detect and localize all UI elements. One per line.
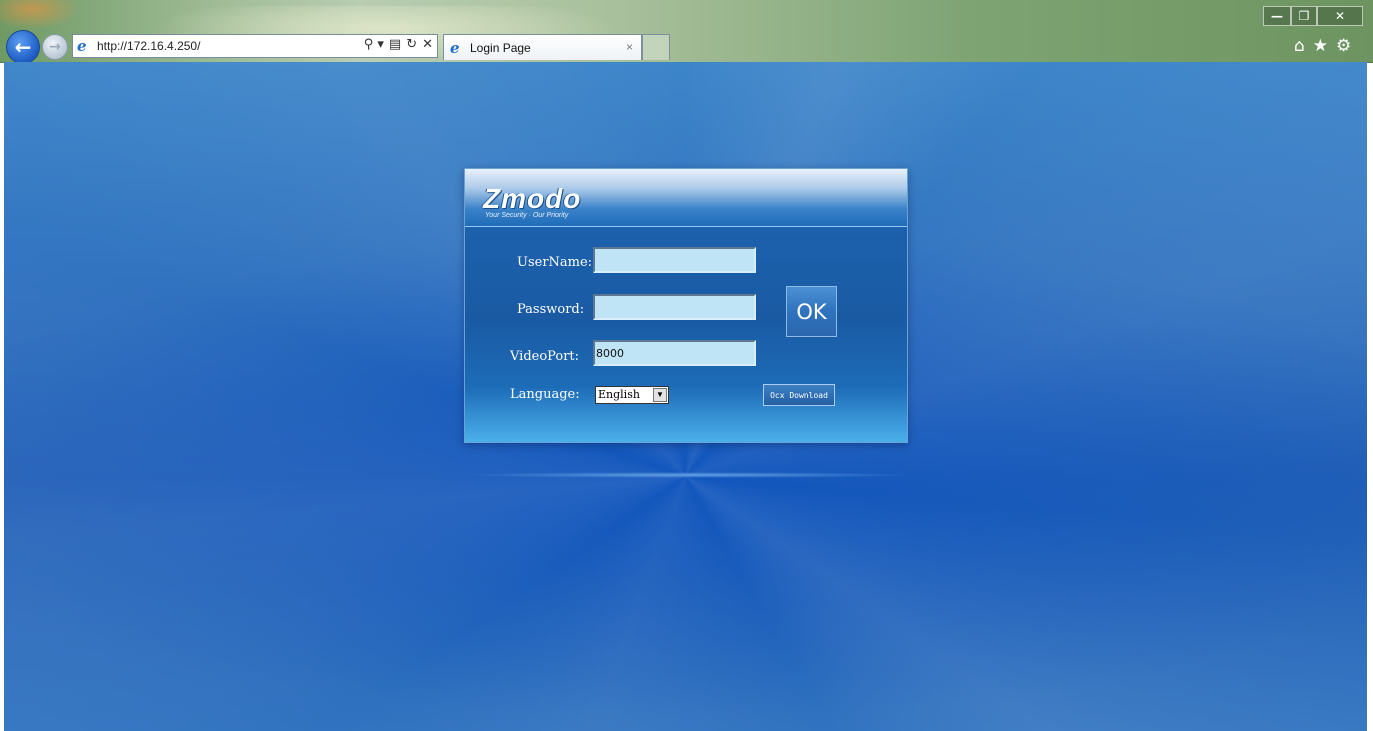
- password-input[interactable]: [593, 294, 756, 320]
- address-tools: ⚲ ▾ ▤ ↻ ✕: [364, 37, 433, 52]
- favorites-star-icon[interactable]: ★: [1313, 36, 1328, 56]
- logo-tagline: Your Security · Our Priority: [485, 212, 569, 219]
- window-controls: — ❐ ✕: [1263, 6, 1363, 26]
- ok-button[interactable]: OK: [786, 286, 837, 337]
- address-url[interactable]: http://172.16.4.250/: [97, 39, 200, 53]
- browser-toolbar: ← → e http://172.16.4.250/ ⚲ ▾ ▤ ↻ ✕ e L…: [0, 0, 1373, 64]
- username-label: UserName:: [517, 255, 593, 270]
- language-select[interactable]: English ▼: [595, 386, 669, 404]
- login-panel: Zmodo Your Security · Our Priority UserN…: [464, 168, 908, 443]
- browser-tools: ⌂ ★ ⚙: [1294, 36, 1351, 56]
- maximize-button[interactable]: ❐: [1291, 6, 1317, 26]
- videoport-input[interactable]: [593, 340, 756, 366]
- tab-title: Login Page: [470, 41, 531, 55]
- close-icon: ✕: [1334, 9, 1346, 23]
- back-button[interactable]: ←: [6, 30, 40, 64]
- forward-button[interactable]: →: [42, 34, 68, 60]
- tab-close-icon[interactable]: ×: [626, 40, 633, 54]
- language-label: Language:: [510, 387, 580, 402]
- minimize-button[interactable]: —: [1263, 6, 1291, 26]
- ie-logo-icon: e: [450, 39, 460, 57]
- refresh-icon[interactable]: ↻: [406, 37, 417, 52]
- panel-header: Zmodo Your Security · Our Priority: [465, 169, 907, 227]
- ie-logo-icon: e: [77, 37, 87, 55]
- back-arrow-icon: ←: [14, 35, 32, 59]
- browser-window: ← → e http://172.16.4.250/ ⚲ ▾ ▤ ↻ ✕ e L…: [0, 0, 1373, 731]
- address-bar[interactable]: e http://172.16.4.250/ ⚲ ▾ ▤ ↻ ✕: [72, 34, 438, 58]
- new-tab-button[interactable]: [642, 34, 670, 60]
- videoport-label: VideoPort:: [510, 349, 580, 364]
- username-input[interactable]: [593, 247, 756, 273]
- compatibility-view-icon[interactable]: ▤: [389, 37, 401, 52]
- chevron-down-icon[interactable]: ▼: [653, 388, 667, 402]
- search-dropdown-icon[interactable]: ⚲ ▾: [364, 37, 384, 52]
- tab-login-page[interactable]: e Login Page ×: [443, 34, 642, 60]
- password-label: Password:: [517, 302, 585, 317]
- zmodo-logo: Zmodo: [483, 183, 582, 214]
- page-background: Zmodo Your Security · Our Priority UserN…: [4, 62, 1367, 731]
- language-selected-value: English: [598, 388, 640, 401]
- home-icon[interactable]: ⌂: [1294, 36, 1305, 56]
- stop-icon[interactable]: ✕: [422, 37, 433, 52]
- close-window-button[interactable]: ✕: [1317, 6, 1363, 26]
- forward-arrow-icon: →: [49, 39, 61, 55]
- maximize-icon: ❐: [1298, 9, 1310, 23]
- minimize-icon: —: [1271, 9, 1283, 23]
- ocx-download-button[interactable]: Ocx Download: [763, 384, 835, 406]
- settings-gear-icon[interactable]: ⚙: [1336, 36, 1351, 56]
